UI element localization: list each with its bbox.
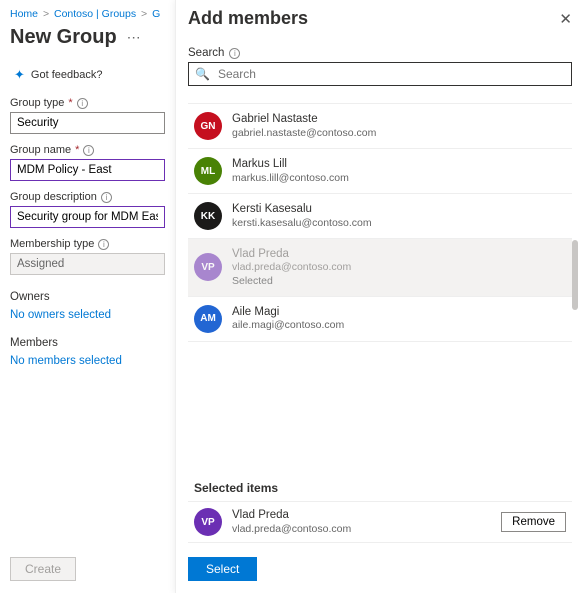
members-label: Members	[10, 337, 165, 349]
avatar: VP	[194, 253, 222, 281]
info-icon[interactable]: i	[229, 48, 240, 59]
breadcrumb-trunc[interactable]: G	[152, 8, 160, 20]
person-email: gabriel.nastaste@contoso.com	[232, 127, 376, 140]
feedback-link[interactable]: ✦ Got feedback?	[14, 67, 165, 83]
info-icon[interactable]: i	[77, 98, 88, 109]
search-label: Searchi	[188, 47, 578, 59]
add-members-panel: Add members ✕ Searchi 🔍 GN Gabriel Nastas…	[175, 0, 584, 593]
person-email: markus.lill@contoso.com	[232, 172, 349, 185]
avatar: GN	[194, 112, 222, 140]
remove-button[interactable]: Remove	[501, 512, 566, 532]
avatar: ML	[194, 157, 222, 185]
breadcrumb-home[interactable]: Home	[10, 8, 38, 20]
panel-title: Add members	[188, 8, 308, 29]
group-type-input[interactable]	[10, 112, 165, 134]
person-name: Gabriel Nastaste	[232, 112, 376, 126]
membership-type-input	[10, 253, 165, 275]
group-desc-input[interactable]	[10, 206, 165, 228]
no-members-link[interactable]: No members selected	[10, 355, 122, 367]
list-item[interactable]: VP Vlad Predavlad.preda@contoso.comSelect…	[188, 239, 572, 297]
person-email: kersti.kasesalu@contoso.com	[232, 217, 372, 230]
info-icon[interactable]: i	[101, 192, 112, 203]
selected-item-row: VP Vlad Preda vlad.preda@contoso.com Rem…	[188, 501, 572, 543]
group-type-label: Group type*i	[10, 97, 165, 109]
person-name: Aile Magi	[232, 305, 344, 319]
list-item[interactable]: KK Kersti Kasesalukersti.kasesalu@contoso…	[188, 194, 572, 239]
selected-email: vlad.preda@contoso.com	[232, 523, 351, 536]
no-owners-link[interactable]: No owners selected	[10, 309, 111, 321]
search-icon: 🔍	[195, 67, 210, 81]
membership-type-label: Membership typei	[10, 238, 165, 250]
person-name: Vlad Preda	[232, 247, 351, 261]
select-button[interactable]: Select	[188, 557, 257, 581]
group-desc-label: Group descriptioni	[10, 191, 165, 203]
selected-name: Vlad Preda	[232, 508, 351, 522]
search-input[interactable]	[216, 66, 565, 82]
list-item[interactable]: ML Markus Lillmarkus.lill@contoso.com	[188, 149, 572, 194]
more-menu-icon[interactable]: ⋯	[127, 29, 141, 46]
group-name-label: Group name*i	[10, 144, 165, 156]
person-name: Markus Lill	[232, 157, 349, 171]
group-name-input[interactable]	[10, 159, 165, 181]
person-email: aile.magi@contoso.com	[232, 319, 344, 332]
list-item[interactable]: GN Gabriel Nastastegabriel.nastaste@conto…	[188, 104, 572, 149]
feedback-icon: ✦	[14, 67, 25, 83]
breadcrumb: Home > Contoso | Groups > G	[10, 8, 165, 20]
info-icon[interactable]: i	[83, 145, 94, 156]
avatar: AM	[194, 305, 222, 333]
selected-status: Selected	[232, 275, 351, 288]
scrollbar-thumb[interactable]	[572, 240, 578, 310]
close-icon[interactable]: ✕	[559, 10, 572, 28]
create-button[interactable]: Create	[10, 557, 76, 581]
page-title: New Group	[10, 26, 117, 49]
list-item[interactable]: AM Aile Magiaile.magi@contoso.com	[188, 297, 572, 342]
person-email: vlad.preda@contoso.com	[232, 261, 351, 274]
avatar: KK	[194, 202, 222, 230]
person-name: Kersti Kasesalu	[232, 202, 372, 216]
breadcrumb-groups[interactable]: Contoso | Groups	[54, 8, 136, 20]
search-box[interactable]: 🔍	[188, 62, 572, 86]
avatar: VP	[194, 508, 222, 536]
selected-items-heading: Selected items	[194, 481, 578, 495]
list-item-partial	[188, 90, 572, 104]
owners-label: Owners	[10, 291, 165, 303]
info-icon[interactable]: i	[98, 239, 109, 250]
